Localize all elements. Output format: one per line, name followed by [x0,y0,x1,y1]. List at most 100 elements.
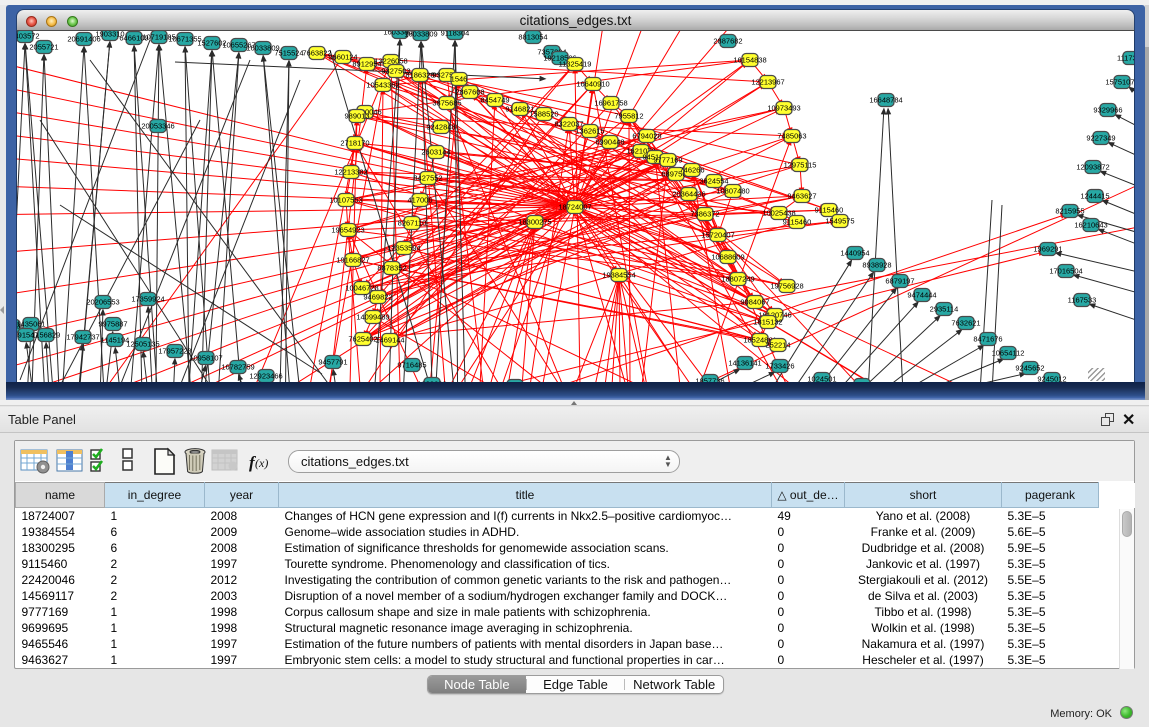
svg-text:18300275: 18300275 [518,218,551,227]
svg-text:12975115: 12975115 [784,161,817,170]
svg-text:1167533: 1167533 [1068,296,1097,305]
svg-text:2603144: 2603144 [421,148,450,157]
svg-text:8267110: 8267110 [398,219,427,228]
svg-text:1733426: 1733426 [765,362,794,371]
svg-text:7515524: 7515524 [274,49,303,58]
svg-text:9777169: 9777169 [653,156,682,165]
svg-text:8454749: 8454749 [480,96,509,105]
svg-text:16154838: 16154838 [733,56,766,65]
svg-text:3875685: 3875685 [432,99,461,108]
svg-text:1145194: 1145194 [101,336,130,345]
svg-text:1024501: 1024501 [807,375,836,383]
svg-text:8938928: 8938928 [862,261,891,270]
svg-text:10973493: 10973493 [767,104,800,113]
svg-text:417006: 417006 [407,196,432,205]
svg-text:16648784: 16648784 [869,96,902,105]
svg-text:7485063: 7485063 [777,132,806,141]
svg-text:1362615: 1362615 [575,127,604,136]
svg-text:15720407: 15720407 [701,231,734,240]
svg-text:1549575: 1549575 [825,217,854,226]
svg-text:9118304: 9118304 [441,31,470,38]
svg-text:2935114: 2935114 [930,305,959,314]
svg-text:8990448: 8990448 [595,138,624,147]
svg-text:7632621: 7632621 [951,319,980,328]
svg-text:8215955: 8215955 [1055,207,1084,216]
svg-text:9245012: 9245012 [1037,375,1066,383]
svg-text:2718170: 2718170 [340,139,369,148]
svg-text:17957223: 17957223 [158,347,191,356]
svg-text:1588520: 1588520 [529,110,558,119]
svg-text:14136141: 14136141 [728,359,761,368]
svg-text:17016504: 17016504 [1049,267,1082,276]
svg-text:19756928: 19756928 [770,282,803,291]
svg-text:11325419: 11325419 [559,60,592,69]
svg-text:12213382: 12213382 [334,168,367,177]
svg-text:12093872: 12093872 [1076,163,1109,172]
svg-text:19166827: 19166827 [336,256,369,265]
svg-text:9463627: 9463627 [787,192,816,201]
svg-text:2055721: 2055721 [29,43,58,52]
svg-text:10688609: 10688609 [711,253,744,262]
svg-text:9457791: 9457791 [318,358,347,367]
svg-text:9469822: 9469822 [363,293,392,302]
svg-text:10654112: 10654112 [992,349,1025,358]
svg-text:16782759: 16782759 [221,363,254,372]
svg-text:10958107: 10958107 [189,354,222,363]
svg-text:18807249: 18807249 [721,275,754,284]
svg-text:9975887: 9975887 [98,320,127,329]
svg-text:9115460: 9115460 [783,218,812,227]
svg-text:16033809: 16033809 [404,31,437,39]
svg-text:7955812: 7955812 [614,112,643,121]
svg-text:9245652: 9245652 [1015,364,1044,373]
svg-text:15751074: 15751074 [1105,78,1134,87]
svg-text:20206553: 20206553 [86,298,119,307]
svg-text:2887682: 2887682 [713,37,742,46]
svg-text:12505135: 12505135 [126,340,159,349]
svg-text:1546: 1546 [451,75,468,84]
svg-text:19384554: 19384554 [602,271,635,280]
svg-text:746266: 746266 [679,166,704,175]
svg-text:1969291: 1969291 [1033,245,1062,254]
svg-text:8471676: 8471676 [973,335,1002,344]
svg-text:7625402: 7625402 [348,335,377,344]
svg-text:1440954: 1440954 [840,249,869,258]
svg-text:1117322: 1117322 [1117,54,1134,63]
svg-text:1156829: 1156829 [32,331,61,340]
svg-text:18724007: 18724007 [558,203,591,212]
svg-text:8427552: 8427552 [413,174,442,183]
svg-text:9242848: 9242848 [426,123,455,132]
svg-text:1403572: 1403572 [17,32,40,41]
svg-text:989013: 989013 [344,112,369,121]
svg-text:7663822: 7663822 [302,49,331,58]
svg-text:14099489: 14099489 [356,313,389,322]
svg-text:17359924: 17359924 [131,295,164,304]
svg-text:1469144: 1469144 [375,336,404,345]
svg-text:10543362: 10543362 [366,81,399,90]
svg-text:9716485: 9716485 [397,361,426,370]
svg-text:9115460: 9115460 [815,206,844,215]
svg-text:10807480: 10807480 [716,187,749,196]
svg-text:16210643: 16210643 [1074,221,1107,230]
svg-text:8813054: 8813054 [518,33,547,42]
svg-text:6879197: 6879197 [885,277,914,286]
svg-text:(x): (x) [255,456,268,470]
svg-text:1435061: 1435061 [17,320,46,329]
svg-text:3624554: 3624554 [699,177,728,186]
svg-text:12923466: 12923466 [249,372,282,381]
svg-text:10107553: 10107553 [329,196,362,205]
svg-text:20364436: 20364436 [672,190,705,199]
svg-text:17942737: 17942737 [66,333,99,342]
svg-text:9084067: 9084067 [740,298,769,307]
svg-text:12213967: 12213967 [751,78,784,87]
svg-text:16640910: 16640910 [576,80,609,89]
svg-text:19654923: 19654923 [331,226,364,235]
svg-text:1815132: 1815132 [753,318,782,327]
svg-text:6794028: 6794028 [632,132,661,141]
svg-text:9227349: 9227349 [1086,134,1115,143]
svg-text:252214: 252214 [765,341,790,350]
svg-text:16961758: 16961758 [594,99,627,108]
svg-text:1244415: 1244415 [1080,192,1109,201]
svg-text:9329966: 9329966 [1093,106,1122,115]
svg-text:20053346: 20053346 [141,122,174,131]
svg-text:9474444: 9474444 [907,291,936,300]
